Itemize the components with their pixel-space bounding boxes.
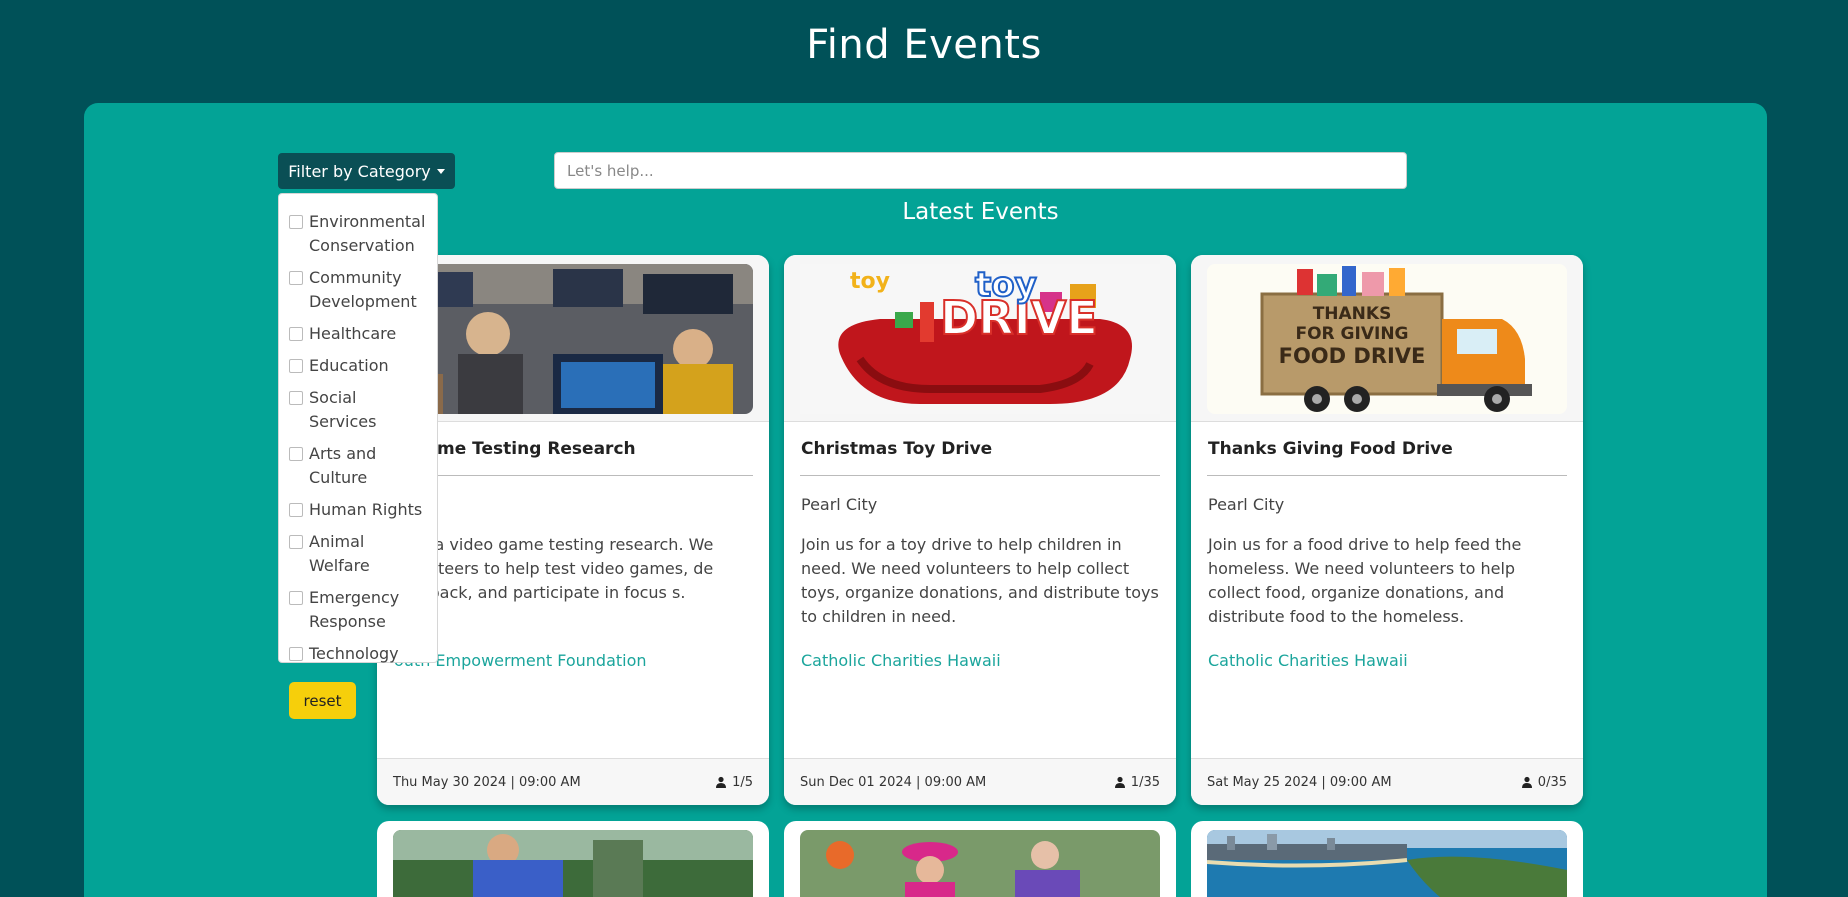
category-label: Animal Welfare: [309, 532, 370, 575]
person-icon: [716, 776, 727, 788]
checkbox[interactable]: [289, 327, 303, 341]
event-image-toy-drive: DRIVE toy toy: [800, 264, 1160, 414]
food-drive-image-line1: THANKS: [1313, 304, 1392, 324]
event-image-area: DRIVE toy toy: [784, 255, 1176, 422]
category-option[interactable]: Education: [289, 354, 427, 378]
food-drive-image-line3: FOOD DRIVE: [1279, 344, 1426, 368]
checkbox[interactable]: [289, 215, 303, 229]
reset-button[interactable]: reset: [289, 682, 356, 719]
event-image-walk: [800, 830, 1160, 897]
event-footer: Thu May 30 2024 | 09:00 AM 1/5: [377, 758, 769, 805]
event-card[interactable]: THANKS FOR GIVING FOOD DRIVE Thanks Givi…: [1191, 255, 1583, 805]
category-option[interactable]: Social Services: [289, 386, 427, 434]
checkbox[interactable]: [289, 647, 303, 661]
event-attendees: 1/35: [1114, 775, 1160, 790]
event-date: Sat May 25 2024 | 09:00 AM: [1207, 774, 1392, 790]
event-organization-link[interactable]: Catholic Charities Hawaii: [1208, 651, 1408, 670]
event-card[interactable]: [377, 821, 769, 897]
event-organization-link[interactable]: Catholic Charities Hawaii: [801, 651, 1001, 670]
person-icon: [1521, 776, 1532, 788]
category-label: Arts and Culture: [309, 444, 377, 487]
event-image-area: THANKS FOR GIVING FOOD DRIVE: [1191, 255, 1583, 422]
event-footer: Sat May 25 2024 | 09:00 AM 0/35: [1191, 758, 1583, 805]
divider: [800, 475, 1160, 476]
category-dropdown: Environmental Conservation Community Dev…: [278, 193, 438, 719]
event-location: Pearl City: [1208, 495, 1285, 514]
category-label: Environmental Conservation: [309, 212, 426, 255]
toy-drive-image-word: toy: [975, 265, 1037, 305]
checkbox[interactable]: [289, 447, 303, 461]
checkbox[interactable]: [289, 359, 303, 373]
event-description: Join us for a toy drive to help children…: [801, 535, 1159, 626]
category-label: Community Development: [309, 268, 417, 311]
category-option[interactable]: Arts and Culture: [289, 442, 427, 490]
event-attendees: 0/35: [1521, 775, 1567, 790]
category-label: Education: [309, 356, 389, 375]
search-input[interactable]: [554, 152, 1407, 189]
category-label: Healthcare: [309, 324, 397, 343]
category-option[interactable]: Technology: [289, 642, 427, 666]
category-option[interactable]: Animal Welfare: [289, 530, 427, 578]
category-label: Technology: [309, 644, 399, 663]
attendee-count: 1/5: [732, 774, 753, 790]
filter-category-button[interactable]: Filter by Category: [278, 153, 455, 189]
event-location: Pearl City: [801, 495, 878, 514]
checkbox[interactable]: [289, 503, 303, 517]
toy-drive-image-corner-text: toy: [850, 269, 890, 294]
food-drive-image-line2: FOR GIVING: [1295, 324, 1408, 344]
attendee-count: 0/35: [1537, 774, 1567, 790]
event-title: Thanks Giving Food Drive: [1208, 439, 1453, 459]
category-option[interactable]: Healthcare: [289, 322, 427, 346]
event-card[interactable]: DRIVE toy toy Christmas Toy Drive Pearl …: [784, 255, 1176, 805]
checkbox[interactable]: [289, 391, 303, 405]
event-description: s for a video game testing research. We …: [394, 535, 714, 602]
event-date: Thu May 30 2024 | 09:00 AM: [393, 774, 581, 790]
event-image-food-drive: THANKS FOR GIVING FOOD DRIVE: [1207, 264, 1567, 414]
divider: [393, 475, 753, 476]
category-option[interactable]: Community Development: [289, 266, 427, 314]
checkbox[interactable]: [289, 271, 303, 285]
event-footer: Sun Dec 01 2024 | 09:00 AM 1/35: [784, 758, 1176, 805]
event-image-coastline: [1207, 830, 1567, 897]
attendee-count: 1/35: [1130, 774, 1160, 790]
person-icon: [1114, 776, 1125, 788]
divider: [1207, 475, 1567, 476]
category-option[interactable]: Emergency Response: [289, 586, 427, 634]
category-option[interactable]: Environmental Conservation: [289, 210, 427, 258]
section-title: Latest Events: [902, 199, 1059, 225]
event-image-sports: [393, 830, 753, 897]
filter-button-label: Filter by Category: [288, 161, 431, 181]
event-description: Join us for a food drive to help feed th…: [1208, 535, 1522, 626]
checkbox[interactable]: [289, 535, 303, 549]
event-attendees: 1/5: [715, 775, 753, 790]
event-title: Christmas Toy Drive: [801, 439, 993, 459]
caret-down-icon: [436, 168, 445, 174]
category-label: Social Services: [309, 388, 377, 431]
event-date: Sun Dec 01 2024 | 09:00 AM: [800, 774, 987, 790]
event-card[interactable]: [784, 821, 1176, 897]
page-title: Find Events: [806, 22, 1042, 68]
checkbox[interactable]: [289, 591, 303, 605]
category-label: Human Rights: [309, 500, 423, 519]
event-image-game-testing: [393, 264, 753, 414]
category-option[interactable]: Human Rights: [289, 498, 427, 522]
event-card[interactable]: [1191, 821, 1583, 897]
category-label: Emergency Response: [309, 588, 400, 631]
